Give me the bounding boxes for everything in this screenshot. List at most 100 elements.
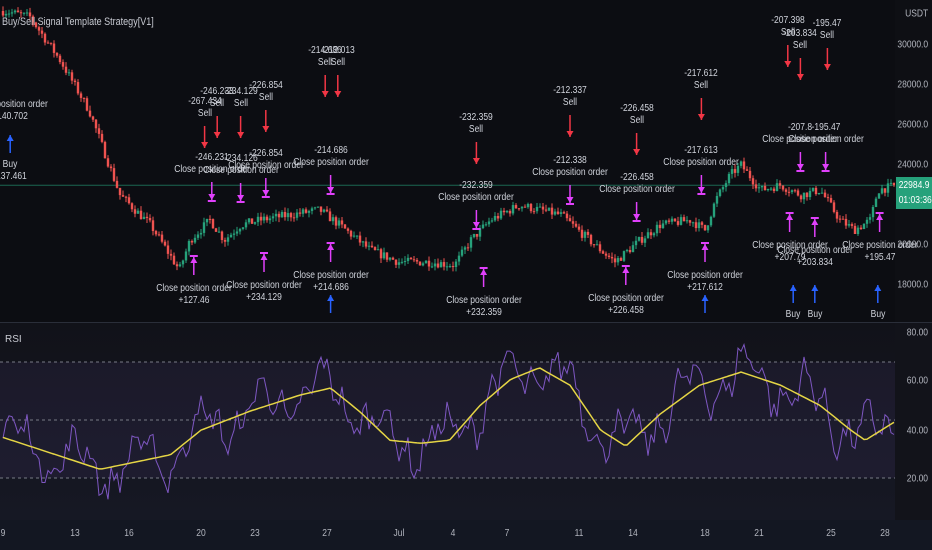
rsi-label[interactable]: RSI xyxy=(5,334,22,345)
candle xyxy=(694,222,698,229)
candle xyxy=(523,206,527,208)
candle xyxy=(769,188,773,190)
close-short-label: -195.47 Close position order xyxy=(788,122,864,146)
candle xyxy=(739,161,743,166)
annotation-text: -217.612 xyxy=(684,68,719,79)
annotation-text: -226.458 xyxy=(619,103,654,114)
buy-arrow-icon-head xyxy=(6,135,14,141)
candle xyxy=(181,260,185,265)
candle xyxy=(451,266,455,268)
candle xyxy=(823,192,827,198)
candle xyxy=(700,222,704,225)
candle xyxy=(655,224,659,234)
annotation-text: Sell xyxy=(694,80,709,91)
candle xyxy=(145,216,149,219)
price-axis[interactable]: USDT 30000.0 28000.0 26000.0 24000.0 200… xyxy=(895,0,932,322)
candle xyxy=(844,218,848,226)
candle xyxy=(283,211,287,218)
candle xyxy=(61,62,65,67)
candle xyxy=(241,227,245,229)
annotation-text: -226.854 xyxy=(249,80,283,91)
candle xyxy=(160,234,164,242)
candle xyxy=(184,251,188,261)
candle xyxy=(1,11,5,16)
candle xyxy=(100,133,104,142)
candle xyxy=(166,245,170,254)
annotation-text: Close position order xyxy=(226,280,302,291)
candle xyxy=(535,206,539,212)
annotation-text: -195.47 xyxy=(812,18,842,29)
candle xyxy=(307,210,311,213)
candle xyxy=(73,80,77,83)
annotation-text: Buy xyxy=(2,159,18,170)
candle xyxy=(520,206,524,209)
rsi-axis[interactable]: 80.00 60.00 40.00 20.00 xyxy=(895,323,932,520)
candle xyxy=(247,218,251,223)
sell-arrow-icon-head xyxy=(566,131,574,137)
candle xyxy=(259,216,263,221)
annotation-text: Close position order xyxy=(663,157,740,168)
candle xyxy=(580,229,584,238)
candle xyxy=(121,195,125,197)
sell-arrow-icon-head xyxy=(796,74,804,80)
annotation-text: -214.686 xyxy=(313,145,348,156)
candle xyxy=(595,244,599,246)
candle xyxy=(49,42,53,44)
candle xyxy=(334,217,338,226)
annotation-text: +140.702 xyxy=(0,111,29,122)
candle xyxy=(289,213,293,218)
candle xyxy=(499,210,503,219)
candle xyxy=(817,192,821,195)
close-position-arrow-icon-head xyxy=(472,222,480,228)
close-short-label: -212.338 Close position order xyxy=(532,155,608,179)
buy-label: Buy xyxy=(870,309,885,321)
candle xyxy=(889,182,893,184)
candle xyxy=(592,244,596,246)
candle xyxy=(481,224,485,229)
candle xyxy=(877,193,881,199)
candle xyxy=(13,10,17,13)
candle xyxy=(76,82,80,94)
annotation-text: Sell xyxy=(330,57,345,68)
sell-label: -212.013 Sell xyxy=(321,45,355,69)
annotation-text: Close position order xyxy=(598,184,675,195)
candle xyxy=(109,166,113,169)
candle xyxy=(505,210,509,213)
label-label: Close position order+140.702 xyxy=(0,99,48,123)
rsi-pane[interactable] xyxy=(0,323,895,520)
candle xyxy=(838,218,842,220)
candle xyxy=(361,241,365,243)
annotation-text: Buy xyxy=(870,309,886,320)
candle xyxy=(193,237,197,243)
candle xyxy=(22,12,26,14)
annotation-text: Sell xyxy=(629,115,644,126)
candle xyxy=(106,158,110,167)
candle xyxy=(403,260,407,262)
time-tick: 11 xyxy=(574,528,584,539)
time-tick: 16 xyxy=(124,528,134,539)
candle xyxy=(118,187,122,196)
candle xyxy=(91,116,95,120)
candle xyxy=(40,30,44,34)
annotation-text: +226.458 xyxy=(607,305,644,316)
time-axis[interactable]: 9 13 16 20 23 27 Jul 4 7 11 14 18 21 25 28 xyxy=(0,520,932,550)
close-long-label: Close position order +127.46 xyxy=(156,283,232,307)
candle xyxy=(664,220,668,224)
candle xyxy=(172,255,176,265)
candle xyxy=(346,228,350,231)
candle xyxy=(463,247,467,250)
price-pane[interactable] xyxy=(0,0,895,322)
strategy-title[interactable]: Buy/Sell Signal Template Strategy[V1] xyxy=(2,16,154,28)
candle xyxy=(85,98,89,111)
candle xyxy=(220,231,224,240)
candle xyxy=(415,259,419,262)
candle xyxy=(862,223,866,230)
annotation-text: Close position order xyxy=(292,157,369,168)
candle xyxy=(619,258,623,261)
sell-arrow-icon-head xyxy=(334,91,342,97)
candle xyxy=(448,266,452,268)
close-position-arrow-icon-head xyxy=(786,214,794,220)
time-tick: 28 xyxy=(880,528,890,539)
candle xyxy=(637,236,641,241)
candle xyxy=(409,257,413,260)
